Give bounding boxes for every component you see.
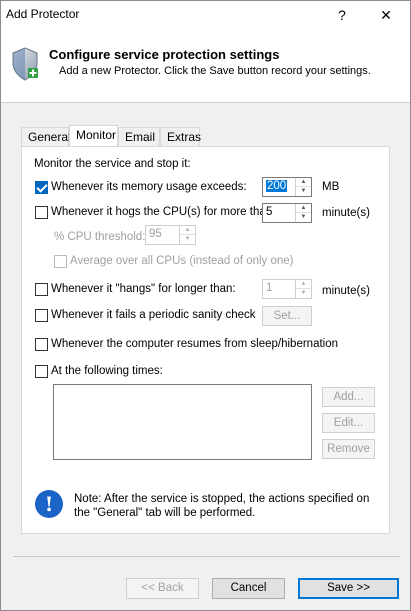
spin-down-icon[interactable]: ▼ bbox=[296, 289, 311, 298]
header-banner: Configure service protection settings Ad… bbox=[1, 29, 410, 103]
hangs-label: Whenever it "hangs" for longer than: bbox=[51, 283, 236, 295]
sanity-label: Whenever it fails a periodic sanity chec… bbox=[51, 309, 256, 321]
header-title: Configure service protection settings bbox=[49, 47, 280, 62]
cpu-threshold-label: % CPU threshold: bbox=[54, 231, 146, 243]
spin-up-icon[interactable]: ▲ bbox=[180, 226, 195, 235]
spin-down-icon[interactable]: ▼ bbox=[296, 213, 311, 222]
tab-extras[interactable]: Extras bbox=[160, 127, 201, 146]
memory-value[interactable]: 200 bbox=[266, 180, 288, 192]
memory-spin-arrows[interactable]: ▲ ▼ bbox=[295, 178, 311, 196]
tab-monitor[interactable]: Monitor bbox=[69, 125, 118, 146]
cpu-average-checkbox[interactable] bbox=[54, 255, 67, 268]
dialog-window: Add Protector ? ✕ Configure service prot… bbox=[0, 0, 411, 611]
cpu-spin-arrows[interactable]: ▲ ▼ bbox=[295, 204, 311, 222]
times-remove-button[interactable]: Remove bbox=[322, 439, 375, 459]
hangs-spinner[interactable]: 1 ▲ ▼ bbox=[262, 279, 312, 299]
cpu-checkbox[interactable] bbox=[35, 206, 48, 219]
sanity-checkbox[interactable] bbox=[35, 309, 48, 322]
cpu-average-label: Average over all CPUs (instead of only o… bbox=[70, 255, 294, 267]
resume-label: Whenever the computer resumes from sleep… bbox=[51, 338, 339, 350]
section-label: Monitor the service and stop it: bbox=[34, 158, 191, 170]
spin-up-icon[interactable]: ▲ bbox=[296, 178, 311, 187]
memory-label: Whenever its memory usage exceeds: bbox=[51, 181, 247, 193]
hangs-spin-arrows[interactable]: ▲ ▼ bbox=[295, 280, 311, 298]
cpu-spinner[interactable]: 5 ▲ ▼ bbox=[262, 203, 312, 223]
spin-up-icon[interactable]: ▲ bbox=[296, 280, 311, 289]
cpu-unit: minute(s) bbox=[322, 207, 370, 219]
cpu-value[interactable]: 5 bbox=[266, 206, 272, 218]
footer-separator bbox=[13, 556, 400, 557]
memory-spinner[interactable]: 200 ▲ ▼ bbox=[262, 177, 312, 197]
times-label: At the following times: bbox=[51, 365, 163, 377]
times-checkbox[interactable] bbox=[35, 365, 48, 378]
title-bar: Add Protector ? ✕ bbox=[1, 1, 410, 29]
cpu-threshold-spinner[interactable]: 95 ▲ ▼ bbox=[145, 225, 196, 245]
memory-unit: MB bbox=[322, 181, 340, 193]
hangs-unit: minute(s) bbox=[322, 285, 370, 297]
cpu-label: Whenever it hogs the CPU(s) for more tha… bbox=[51, 206, 276, 218]
cpu-threshold-value[interactable]: 95 bbox=[149, 228, 162, 240]
hangs-checkbox[interactable] bbox=[35, 283, 48, 296]
tab-email[interactable]: Email bbox=[118, 127, 160, 146]
spin-down-icon[interactable]: ▼ bbox=[180, 235, 195, 244]
cancel-button[interactable]: Cancel bbox=[212, 578, 285, 599]
sanity-set-button[interactable]: Set... bbox=[262, 306, 312, 326]
times-add-button[interactable]: Add... bbox=[322, 387, 375, 407]
help-button[interactable]: ? bbox=[320, 1, 364, 29]
shield-plus-icon bbox=[12, 47, 38, 81]
window-title: Add Protector bbox=[6, 7, 80, 21]
cpu-threshold-arrows[interactable]: ▲ ▼ bbox=[179, 226, 195, 244]
spin-down-icon[interactable]: ▼ bbox=[296, 187, 311, 196]
save-button[interactable]: Save >> bbox=[298, 578, 399, 599]
times-edit-button[interactable]: Edit... bbox=[322, 413, 375, 433]
spin-up-icon[interactable]: ▲ bbox=[296, 204, 311, 213]
info-icon: ! bbox=[35, 490, 63, 518]
times-listbox[interactable] bbox=[53, 384, 312, 460]
info-note: Note: After the service is stopped, the … bbox=[74, 493, 370, 519]
memory-checkbox[interactable] bbox=[35, 181, 48, 194]
header-subtitle: Add a new Protector. Click the Save butt… bbox=[59, 65, 371, 77]
resume-checkbox[interactable] bbox=[35, 338, 48, 351]
close-button[interactable]: ✕ bbox=[364, 1, 408, 29]
hangs-value[interactable]: 1 bbox=[266, 282, 272, 294]
monitor-panel: Monitor the service and stop it: Wheneve… bbox=[21, 146, 390, 534]
tab-general[interactable]: General bbox=[21, 127, 71, 146]
back-button[interactable]: << Back bbox=[126, 578, 199, 599]
